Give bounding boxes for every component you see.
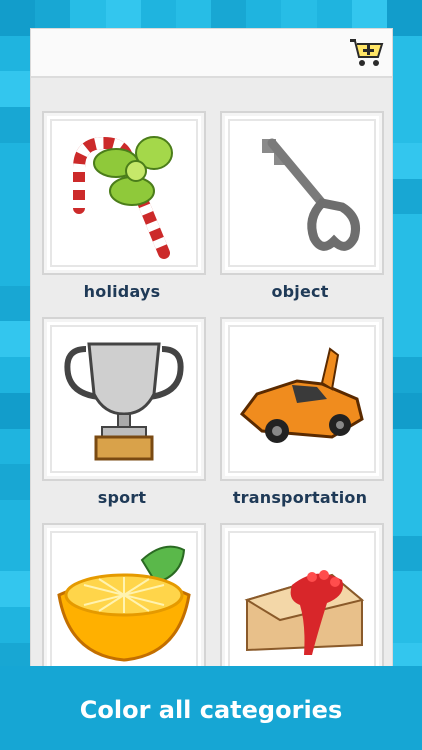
cake-slice-icon bbox=[244, 570, 365, 655]
category-label-object: object bbox=[271, 282, 329, 301]
category-tile-transportation[interactable] bbox=[220, 317, 384, 481]
category-tile-object[interactable] bbox=[220, 111, 384, 275]
top-bar bbox=[31, 29, 392, 78]
category-tile-sport[interactable] bbox=[42, 317, 206, 481]
candy-cane-icon bbox=[73, 136, 173, 259]
category-tile-food[interactable] bbox=[220, 523, 384, 667]
shopping-cart-add-icon[interactable] bbox=[350, 37, 384, 69]
key-icon bbox=[262, 138, 360, 251]
app-screen: holidays object sport transportation bbox=[30, 28, 393, 668]
promo-caption-text: Color all categories bbox=[79, 696, 343, 724]
trophy-icon bbox=[64, 342, 184, 461]
promo-caption-bar: Color all categories bbox=[0, 666, 422, 750]
orange-icon bbox=[57, 545, 191, 662]
category-tile-holidays[interactable] bbox=[42, 111, 206, 275]
category-tile-fruit[interactable] bbox=[42, 523, 206, 667]
sports-car-icon bbox=[239, 347, 364, 443]
category-label-holidays: holidays bbox=[83, 282, 161, 301]
category-label-sport: sport bbox=[97, 488, 147, 507]
category-label-transportation: transportation bbox=[232, 488, 368, 507]
